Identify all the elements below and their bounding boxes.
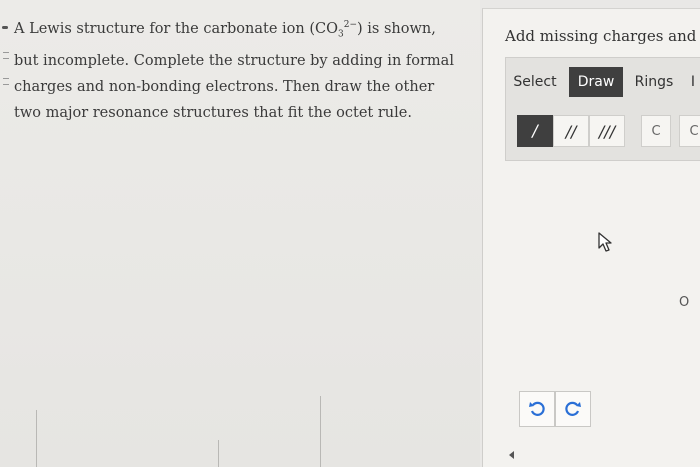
page-edge-line (218, 440, 219, 467)
carbon-atom-button[interactable]: C (641, 115, 671, 147)
canvas-oxygen-atom[interactable]: O (679, 295, 689, 310)
pointer-arrow-icon (598, 232, 612, 252)
formula-superscript: 2− (343, 20, 358, 30)
drawing-panel: Add missing charges and n Select Draw Ri… (482, 8, 700, 467)
question-text-start: A Lewis structure for the carbonate ion … (14, 20, 338, 37)
single-bond-button[interactable]: / (517, 115, 553, 147)
select-tool-button[interactable]: Select (509, 67, 561, 97)
scroll-left-arrow-icon[interactable] (509, 451, 514, 459)
margin-tick (3, 58, 9, 59)
page-edge-line (36, 410, 37, 467)
page-edge-line (320, 396, 321, 467)
undo-icon (529, 401, 545, 416)
bullet-marker (2, 26, 8, 29)
draw-tool-button[interactable]: Draw (569, 67, 623, 97)
formula-subscript: 3 (338, 29, 344, 40)
undo-button[interactable] (519, 391, 555, 427)
question-pane: A Lewis structure for the carbonate ion … (0, 0, 480, 467)
more-tool-button[interactable]: I (683, 67, 700, 97)
panel-title: Add missing charges and n (505, 27, 700, 45)
redo-icon (565, 401, 581, 416)
oxygen-atom-button[interactable]: C (679, 115, 700, 147)
triple-bond-button[interactable]: /// (589, 115, 625, 147)
redo-button[interactable] (555, 391, 591, 427)
question-text: A Lewis structure for the carbonate ion … (14, 12, 454, 126)
margin-tick (3, 52, 9, 53)
rings-tool-button[interactable]: Rings (629, 67, 679, 97)
double-bond-button[interactable]: // (553, 115, 589, 147)
margin-tick (3, 78, 9, 79)
margin-tick (3, 84, 9, 85)
